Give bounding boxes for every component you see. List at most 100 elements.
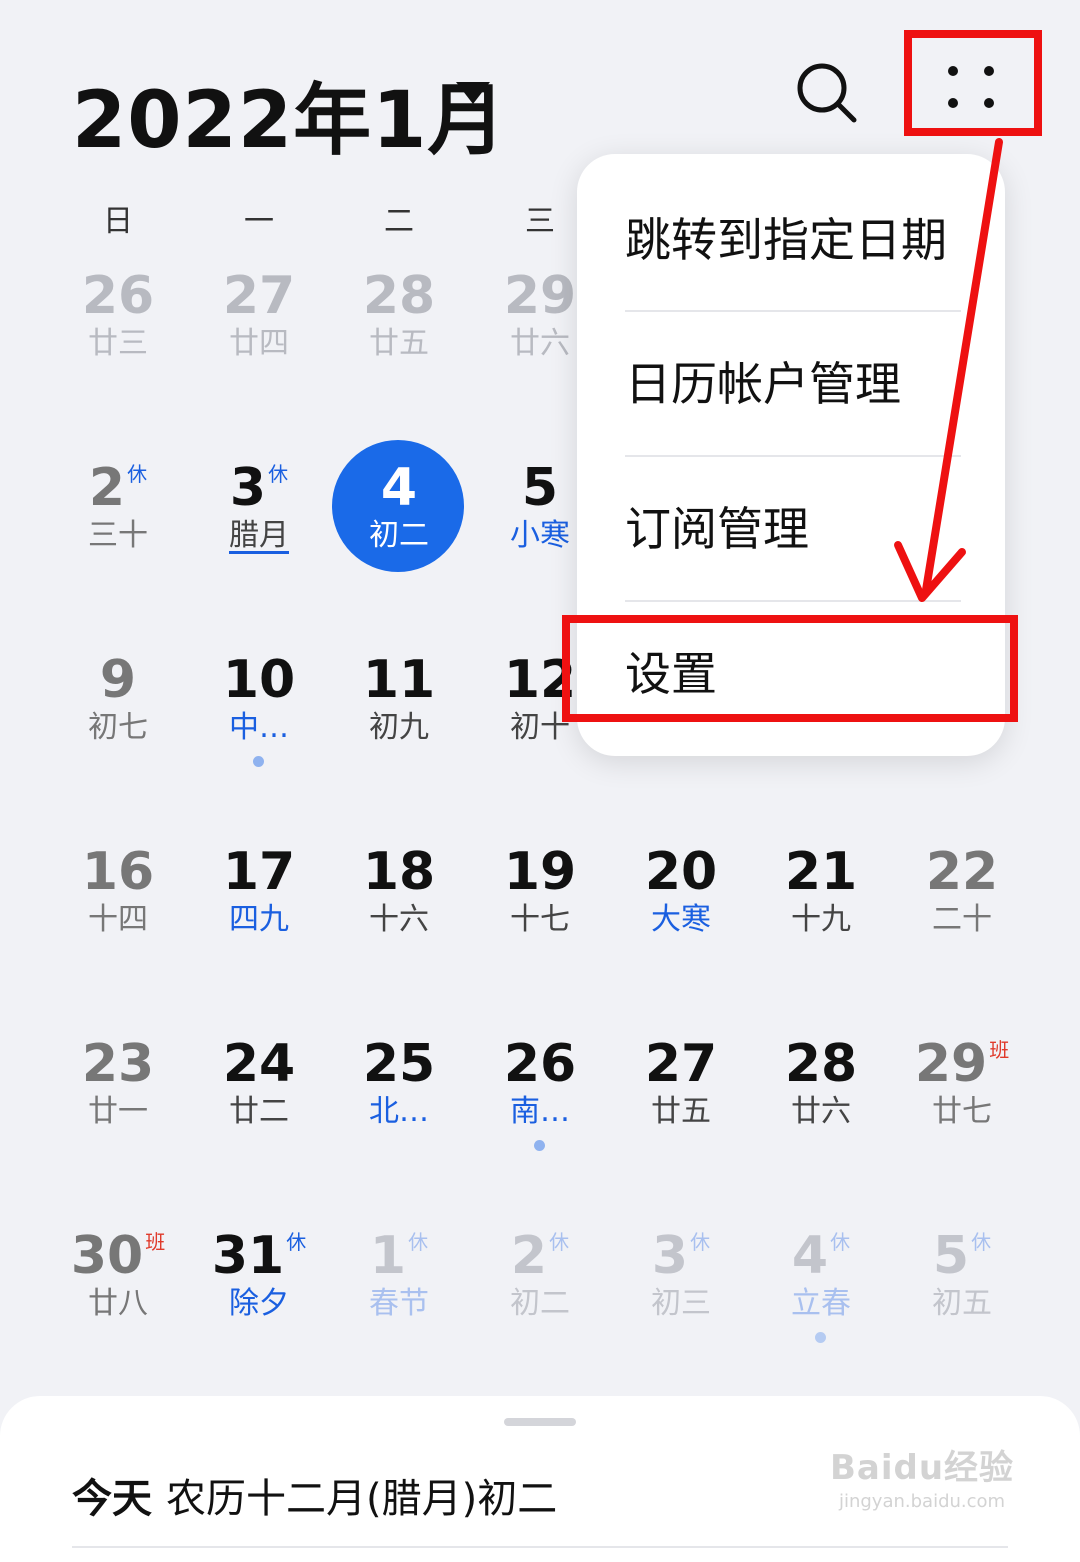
- today-label: 今天: [72, 1476, 152, 1522]
- dropdown-caret-icon[interactable]: [456, 82, 490, 104]
- lunar-date: 三十: [88, 518, 148, 553]
- solar-term: 大寒: [651, 902, 711, 937]
- holiday-badge: 休: [830, 1230, 851, 1254]
- day-number: 22: [925, 842, 999, 902]
- holiday-badge: 休: [408, 1230, 429, 1254]
- day-number: 9: [99, 650, 137, 710]
- lunar-date: 廿七: [932, 1094, 992, 1129]
- watermark-url: jingyan.baidu.com: [838, 1491, 1006, 1512]
- solar-term: 立春: [791, 1286, 851, 1321]
- weekday-label: 日: [103, 204, 133, 239]
- lunar-date: 廿五: [651, 1094, 711, 1129]
- day-number: 19: [503, 842, 577, 902]
- lunar-date: 初九: [369, 710, 429, 745]
- event-dot: [253, 756, 264, 767]
- day-number: 20: [644, 842, 718, 902]
- day-cell[interactable]: 19 十七: [470, 842, 610, 962]
- menu-item-account-management[interactable]: 日历帐户管理: [625, 312, 965, 457]
- lunar-date: 南…: [510, 1094, 570, 1129]
- lunar-date: 廿一: [88, 1094, 148, 1129]
- day-cell[interactable]: 9 初七: [48, 650, 188, 770]
- day-cell[interactable]: 26 南…: [470, 1034, 610, 1154]
- holiday-badge: 休: [286, 1230, 307, 1254]
- menu-item-jump-to-date[interactable]: 跳转到指定日期: [625, 168, 965, 313]
- day-cell[interactable]: 28 廿六: [751, 1034, 891, 1154]
- day-number: 26: [503, 1034, 577, 1094]
- day-cell[interactable]: 27 廿四: [189, 266, 329, 386]
- lunar-date: 春节: [369, 1286, 429, 1321]
- workday-badge: 班: [145, 1230, 166, 1254]
- weekday-label: 三: [525, 204, 555, 239]
- day-cell[interactable]: 16 十四: [48, 842, 188, 962]
- holiday-badge: 休: [127, 462, 148, 486]
- lunar-date: 廿八: [88, 1286, 148, 1321]
- day-number: 28: [784, 1034, 858, 1094]
- month-title[interactable]: 2022年1月: [72, 58, 506, 170]
- menu-item-subscription-management[interactable]: 订阅管理: [625, 457, 965, 602]
- day-cell[interactable]: 31 休 除夕: [189, 1226, 329, 1346]
- day-cell[interactable]: 21 十九: [751, 842, 891, 962]
- day-number: 11: [362, 650, 436, 710]
- today-info: 今天 农历十二月(腊月)初二: [72, 1466, 557, 1524]
- weekday-label: 二: [384, 204, 414, 239]
- day-cell[interactable]: 18 十六: [329, 842, 469, 962]
- day-cell[interactable]: 2休 初二: [470, 1226, 610, 1346]
- day-number: 17: [222, 842, 296, 902]
- lunar-date: 北…: [369, 1094, 429, 1129]
- day-number: 16: [81, 842, 155, 902]
- highlight-box-more: [904, 30, 1042, 136]
- lunar-date-full: 农历十二月(腊月)初二: [166, 1476, 558, 1522]
- day-cell[interactable]: 11 初九: [329, 650, 469, 770]
- lunar-date: 初七: [88, 710, 148, 745]
- day-cell[interactable]: 30 班 廿八: [48, 1226, 188, 1346]
- watermark-logo: Baidu经验 jingyan.baidu.com: [830, 1440, 1014, 1512]
- lunar-date: 除夕: [229, 1286, 289, 1321]
- day-number: 18: [362, 842, 436, 902]
- lunar-date: 廿二: [229, 1094, 289, 1129]
- lunar-date: 十九: [791, 902, 851, 937]
- day-cell[interactable]: 4休 立春: [751, 1226, 891, 1346]
- search-button[interactable]: [794, 60, 860, 126]
- lunar-date: 廿六: [791, 1094, 851, 1129]
- workday-badge: 班: [989, 1038, 1010, 1062]
- event-dot: [534, 1140, 545, 1151]
- day-number: 27: [644, 1034, 718, 1094]
- day-number: 24: [222, 1034, 296, 1094]
- day-cell-today[interactable]: 4 初二: [329, 440, 469, 578]
- lunar-date: 十七: [510, 902, 570, 937]
- day-cell[interactable]: 20 大寒: [611, 842, 751, 962]
- lunar-date: 廿五: [369, 326, 429, 361]
- day-number: 25: [362, 1034, 436, 1094]
- day-cell[interactable]: 25 北…: [329, 1034, 469, 1154]
- day-cell[interactable]: 23 廿一: [48, 1034, 188, 1154]
- day-cell[interactable]: 28 廿五: [329, 266, 469, 386]
- weekday-label: 一: [244, 204, 274, 239]
- day-cell[interactable]: 3休 腊月: [189, 458, 329, 578]
- day-number: 4: [380, 458, 418, 518]
- holiday-badge: 休: [549, 1230, 570, 1254]
- day-cell[interactable]: 5休 初五: [892, 1226, 1032, 1346]
- watermark-text: Baidu经验: [830, 1448, 1015, 1488]
- lunar-date: 四九: [229, 902, 289, 937]
- day-number: 10: [222, 650, 296, 710]
- holiday-badge: 休: [690, 1230, 711, 1254]
- lunar-date: 初三: [651, 1286, 711, 1321]
- lunar-date: 中…: [229, 710, 289, 745]
- day-cell[interactable]: 17 四九: [189, 842, 329, 962]
- day-cell[interactable]: 29 班 廿七: [892, 1034, 1032, 1154]
- lunar-date: 腊月: [229, 518, 289, 553]
- divider: [72, 1546, 1008, 1548]
- holiday-badge: 休: [268, 462, 289, 486]
- day-cell[interactable]: 1休 春节: [329, 1226, 469, 1346]
- day-cell[interactable]: 2休 三十: [48, 458, 188, 578]
- drag-handle[interactable]: [504, 1418, 576, 1426]
- day-cell[interactable]: 27 廿五: [611, 1034, 751, 1154]
- day-cell[interactable]: 22 二十: [892, 842, 1032, 962]
- day-cell[interactable]: 26 廿三: [48, 266, 188, 386]
- day-cell[interactable]: 24 廿二: [189, 1034, 329, 1154]
- lunar-date: 廿三: [88, 326, 148, 361]
- day-cell[interactable]: 3休 初三: [611, 1226, 751, 1346]
- day-cell[interactable]: 10 中…: [189, 650, 329, 770]
- lunar-date: 初二: [510, 1286, 570, 1321]
- day-number: 21: [784, 842, 858, 902]
